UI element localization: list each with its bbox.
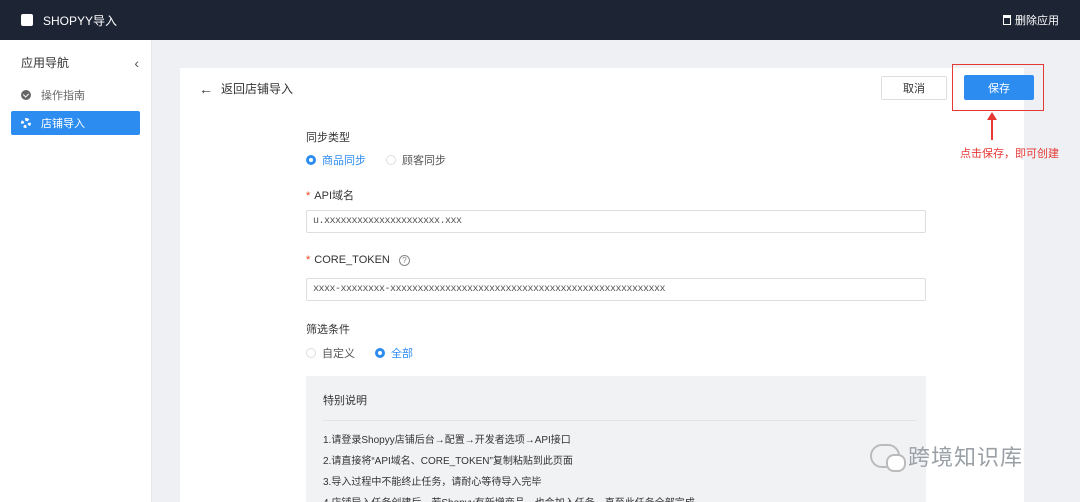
required-mark: *	[306, 254, 311, 266]
radio-product-sync[interactable]: 商品同步	[306, 152, 366, 168]
top-bar: SHOPYY导入 删除应用	[0, 0, 1080, 40]
divider	[323, 420, 916, 421]
sync-type-label: 同步类型	[306, 132, 350, 144]
radio-unchecked-icon	[386, 155, 396, 165]
arrow-up-icon	[987, 112, 997, 140]
watermark-text: 跨境知识库	[908, 446, 1024, 471]
delete-app-label: 删除应用	[1015, 15, 1059, 27]
notice-box: 特别说明 1.请登录Shopyy店铺后台→配置→开发者选项→API接口 2.请直…	[306, 376, 926, 502]
filter-label: 筛选条件	[306, 324, 350, 336]
filter-radio-group: 自定义 全部	[306, 345, 433, 361]
required-mark: *	[306, 190, 311, 202]
radio-unchecked-icon	[306, 348, 316, 358]
sidebar-item-label: 操作指南	[41, 90, 85, 102]
notice-item: 3.导入过程中不能终止任务，请耐心等待导入完毕	[323, 477, 542, 488]
notice-title: 特别说明	[323, 395, 367, 407]
core-token-input[interactable]	[306, 278, 926, 301]
highlight-box	[952, 64, 1044, 111]
app-title: SHOPYY导入	[43, 13, 118, 28]
trash-icon	[1003, 15, 1011, 25]
radio-checked-icon	[306, 155, 316, 165]
gear-icon	[21, 118, 31, 128]
radio-custom[interactable]: 自定义	[306, 345, 355, 361]
notice-item: 2.请直接将“API域名、CORE_TOKEN”复制粘贴到此页面	[323, 456, 573, 467]
check-circle-icon	[21, 90, 31, 100]
radio-customer-sync[interactable]: 顾客同步	[386, 152, 446, 168]
radio-label: 全部	[391, 348, 413, 360]
app-logo-icon	[21, 14, 33, 26]
back-link[interactable]: ← 返回店铺导入	[199, 80, 293, 97]
arrow-left-icon: ←	[199, 80, 213, 97]
main-panel: ← 返回店铺导入 取消 同步类型 商品同步 顾客同步 *API域名 *CORE_…	[180, 68, 1024, 502]
back-label: 返回店铺导入	[221, 82, 294, 96]
core-token-label-text: CORE_TOKEN	[314, 254, 390, 266]
radio-label: 顾客同步	[402, 155, 446, 167]
delete-app-button[interactable]: 删除应用	[1003, 12, 1059, 28]
sync-type-radio-group: 商品同步 顾客同步	[306, 152, 466, 168]
sidebar-item-guide[interactable]: 操作指南	[11, 83, 140, 107]
api-domain-input[interactable]	[306, 210, 926, 233]
radio-checked-icon	[375, 348, 385, 358]
api-domain-label-text: API域名	[314, 190, 355, 202]
watermark: 跨境知识库	[870, 440, 1023, 472]
sidebar-item-label: 店铺导入	[41, 118, 85, 130]
radio-label: 商品同步	[322, 155, 366, 167]
wechat-icon	[870, 444, 906, 472]
sidebar: 应用导航 ‹ 操作指南 店铺导入	[0, 40, 152, 502]
sidebar-title: 应用导航	[21, 56, 70, 70]
core-token-label: * CORE_TOKEN ?	[306, 254, 410, 266]
radio-all[interactable]: 全部	[375, 345, 413, 361]
notice-item: 4.店铺导入任务创建后，若Shopyy有新增商品，也会加入任务，直至此任务全部完…	[323, 494, 695, 502]
api-domain-label: * API域名	[306, 187, 354, 203]
notice-item: 1.请登录Shopyy店铺后台→配置→开发者选项→API接口	[323, 435, 571, 446]
radio-label: 自定义	[322, 348, 355, 360]
sidebar-header: 应用导航 ‹	[0, 40, 151, 71]
brand: SHOPYY导入	[21, 12, 117, 29]
help-icon[interactable]: ?	[398, 254, 410, 266]
sidebar-item-store-import[interactable]: 店铺导入	[11, 111, 140, 135]
cancel-button[interactable]: 取消	[881, 76, 947, 100]
collapse-sidebar-icon[interactable]: ‹	[134, 55, 139, 71]
annotation-note: 点击保存，即可创建	[960, 147, 1059, 160]
